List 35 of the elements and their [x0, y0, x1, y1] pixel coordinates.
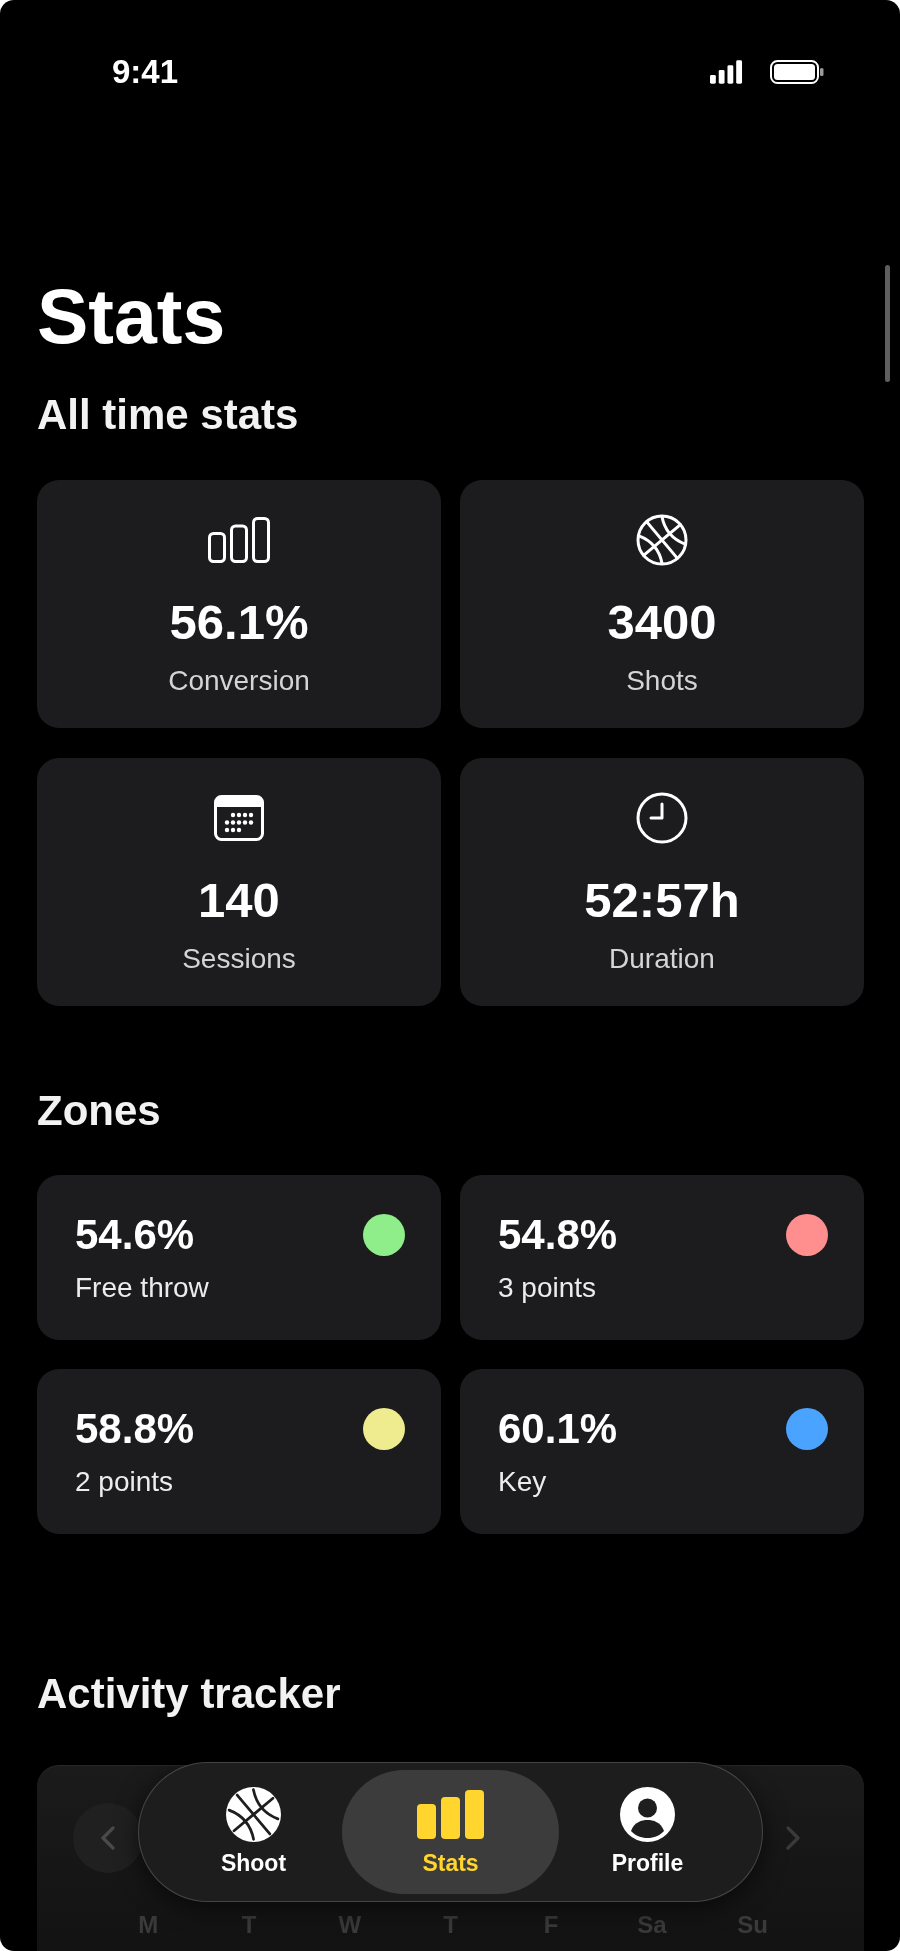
basketball-icon	[636, 514, 688, 566]
calendar-icon	[214, 795, 264, 841]
section-heading: Activity tracker	[37, 1669, 342, 1719]
stat-label: Duration	[609, 942, 715, 976]
stat-label: Shots	[626, 664, 698, 698]
zone-label: Key	[498, 1465, 548, 1499]
zone-percentage: 58.8%	[75, 1404, 195, 1454]
battery-icon	[770, 60, 824, 84]
zone-label: 2 points	[75, 1465, 175, 1499]
zone-label: 3 points	[498, 1271, 598, 1305]
basketball-icon	[226, 1786, 281, 1842]
tab[interactable]: Shoot	[169, 1770, 338, 1894]
section-heading: All time stats	[37, 390, 300, 440]
stat-label: Sessions	[182, 942, 296, 976]
chevron-left-icon	[101, 1826, 115, 1850]
bar-chart-icon	[208, 517, 270, 563]
zone-percentage: 60.1%	[498, 1404, 618, 1454]
stat-value: 140	[198, 872, 280, 929]
bar-chart-icon	[417, 1789, 484, 1839]
chevron-right-icon	[786, 1826, 800, 1850]
tab[interactable]: Profile	[563, 1770, 732, 1894]
stat-value: 52:57h	[584, 872, 740, 929]
tab[interactable]: Stats	[342, 1770, 559, 1894]
clock-icon	[636, 792, 688, 844]
zone-label: Free throw	[75, 1271, 209, 1305]
section-heading: Zones	[37, 1086, 162, 1136]
person-icon	[620, 1786, 675, 1842]
zone-percentage: 54.8%	[498, 1210, 618, 1260]
page-title: Stats	[37, 278, 227, 355]
stat-value: 56.1%	[169, 594, 309, 651]
signal-icon	[710, 60, 743, 84]
stat-value: 3400	[607, 594, 717, 651]
zone-percentage: 54.6%	[75, 1210, 196, 1260]
stat-label: Conversion	[168, 664, 310, 698]
status-time: 9:41	[112, 52, 179, 92]
